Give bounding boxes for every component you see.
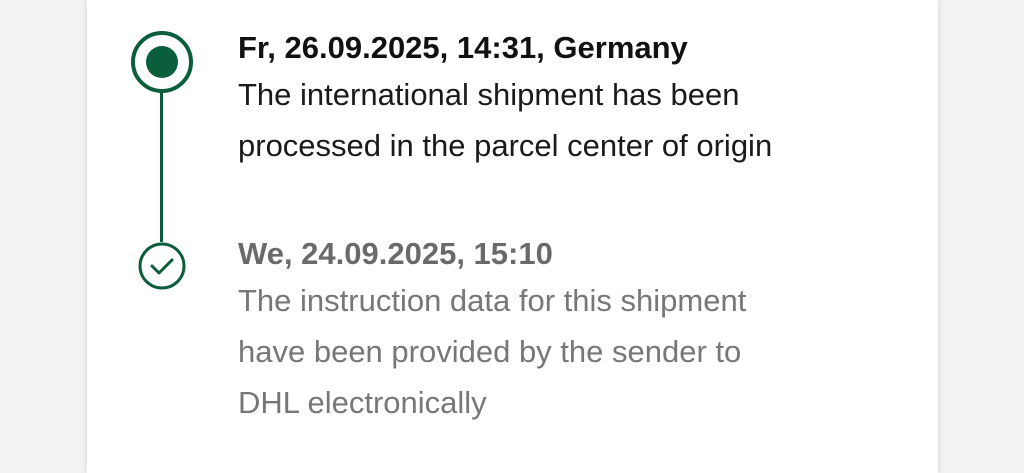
event-description: The international shipment has been proc… [238,69,918,171]
event-description-line: processed in the parcel center of origin [238,128,773,163]
filled-dot-icon [146,46,178,78]
event-description: The instruction data for this shipment h… [238,275,918,428]
tracking-event-completed: We, 24.09.2025, 15:10 The instruction da… [238,233,918,428]
timeline-connector [160,92,163,242]
event-description-line: have been provided by the sender to [238,334,742,369]
event-description-line: DHL electronically [238,385,487,420]
event-timestamp: We, 24.09.2025, 15:10 [238,236,553,271]
tracking-page: Fr, 26.09.2025, 14:31, Germany The inter… [0,0,1024,473]
event-description-line: The instruction data for this shipment [238,283,747,318]
event-description-line: The international shipment has been [238,77,740,112]
check-circle-icon [138,242,186,290]
current-status-marker-icon [131,31,193,93]
tracking-event-current: Fr, 26.09.2025, 14:31, Germany The inter… [238,27,918,171]
event-timestamp: Fr, 26.09.2025, 14:31, Germany [238,30,688,65]
